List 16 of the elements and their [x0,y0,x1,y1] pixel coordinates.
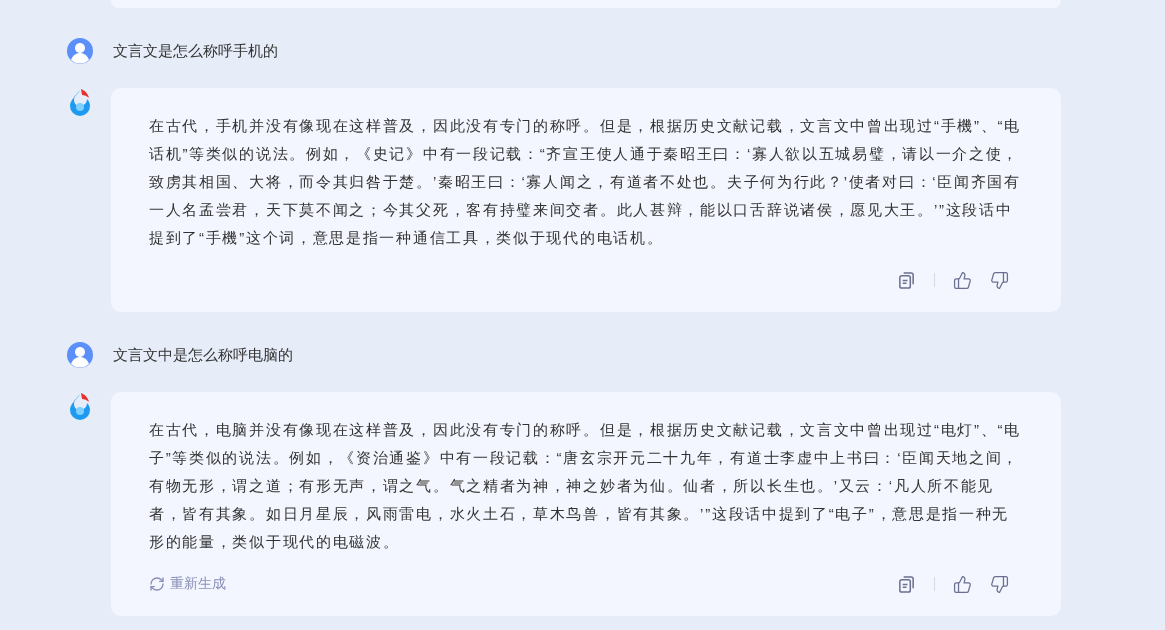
copy-icon[interactable] [897,574,916,594]
user-question: 文言文中是怎么称呼电脑的 [113,345,293,365]
user-question: 文言文是怎么称呼手机的 [113,41,278,61]
user-avatar-icon [67,38,93,64]
answer-text: 在古代，手机并没有像现在这样普及，因此没有专门的称呼。但是，根据历史文献记载，文言文中曾出现过“手機”、“电话机”等类似的说法。例如，《史记》中有一段记载：“齐宣王使人通于秦昭王曰：‘寡人欲以五城易璧，请以一介之使，致虏其相国、大将，而令其归咎于楚。’秦昭王曰：‘寡人闻之，有道者不处也。夫子何为行此？’使者对曰：‘臣闻齐国有一人名孟尝君，天下莫不闻之；今其父死，客有持璧来间交者。此人甚辩，能以口舌辞说诸侯，愿见大王。’”这段话中提到了“手機”这个词，意思是指一种通信工具，类似于现代的电话机。 [149,116,1022,248]
refresh-icon [149,576,165,592]
answer-text: 在古代，电脑并没有像现在这样普及，因此没有专门的称呼。但是，根据历史文献记载，文言文中曾出现过“电灯”、“电子”等类似的说法。例如，《资治通鉴》中有一段记载：“唐玄宗开元二十九年，有道士李虚中上书曰：‘臣闻天地之间，有物无形，谓之道；有形无声，谓之气。气之精者为神，神之妙者为仙。仙者，所以长生也。’又云：‘凡人所不能见者，皆有其象。如日月星辰，风雨雷电，水火土石，草木鸟兽，皆有其象。’”这段话中提到了“电子”，意思是指一种无形的能量，类似于现代的电磁波。 [149,420,1022,552]
regenerate-button[interactable]: 重新生成 [149,575,226,593]
user-avatar-icon [67,342,93,368]
thumbs-down-icon[interactable] [990,574,1009,594]
copy-icon[interactable] [897,270,916,290]
thumbs-up-icon[interactable] [953,270,972,290]
droplet-logo-icon [67,392,93,420]
droplet-logo-icon [67,88,93,116]
thumbs-up-icon[interactable] [953,574,972,594]
thumbs-down-icon[interactable] [990,270,1009,290]
